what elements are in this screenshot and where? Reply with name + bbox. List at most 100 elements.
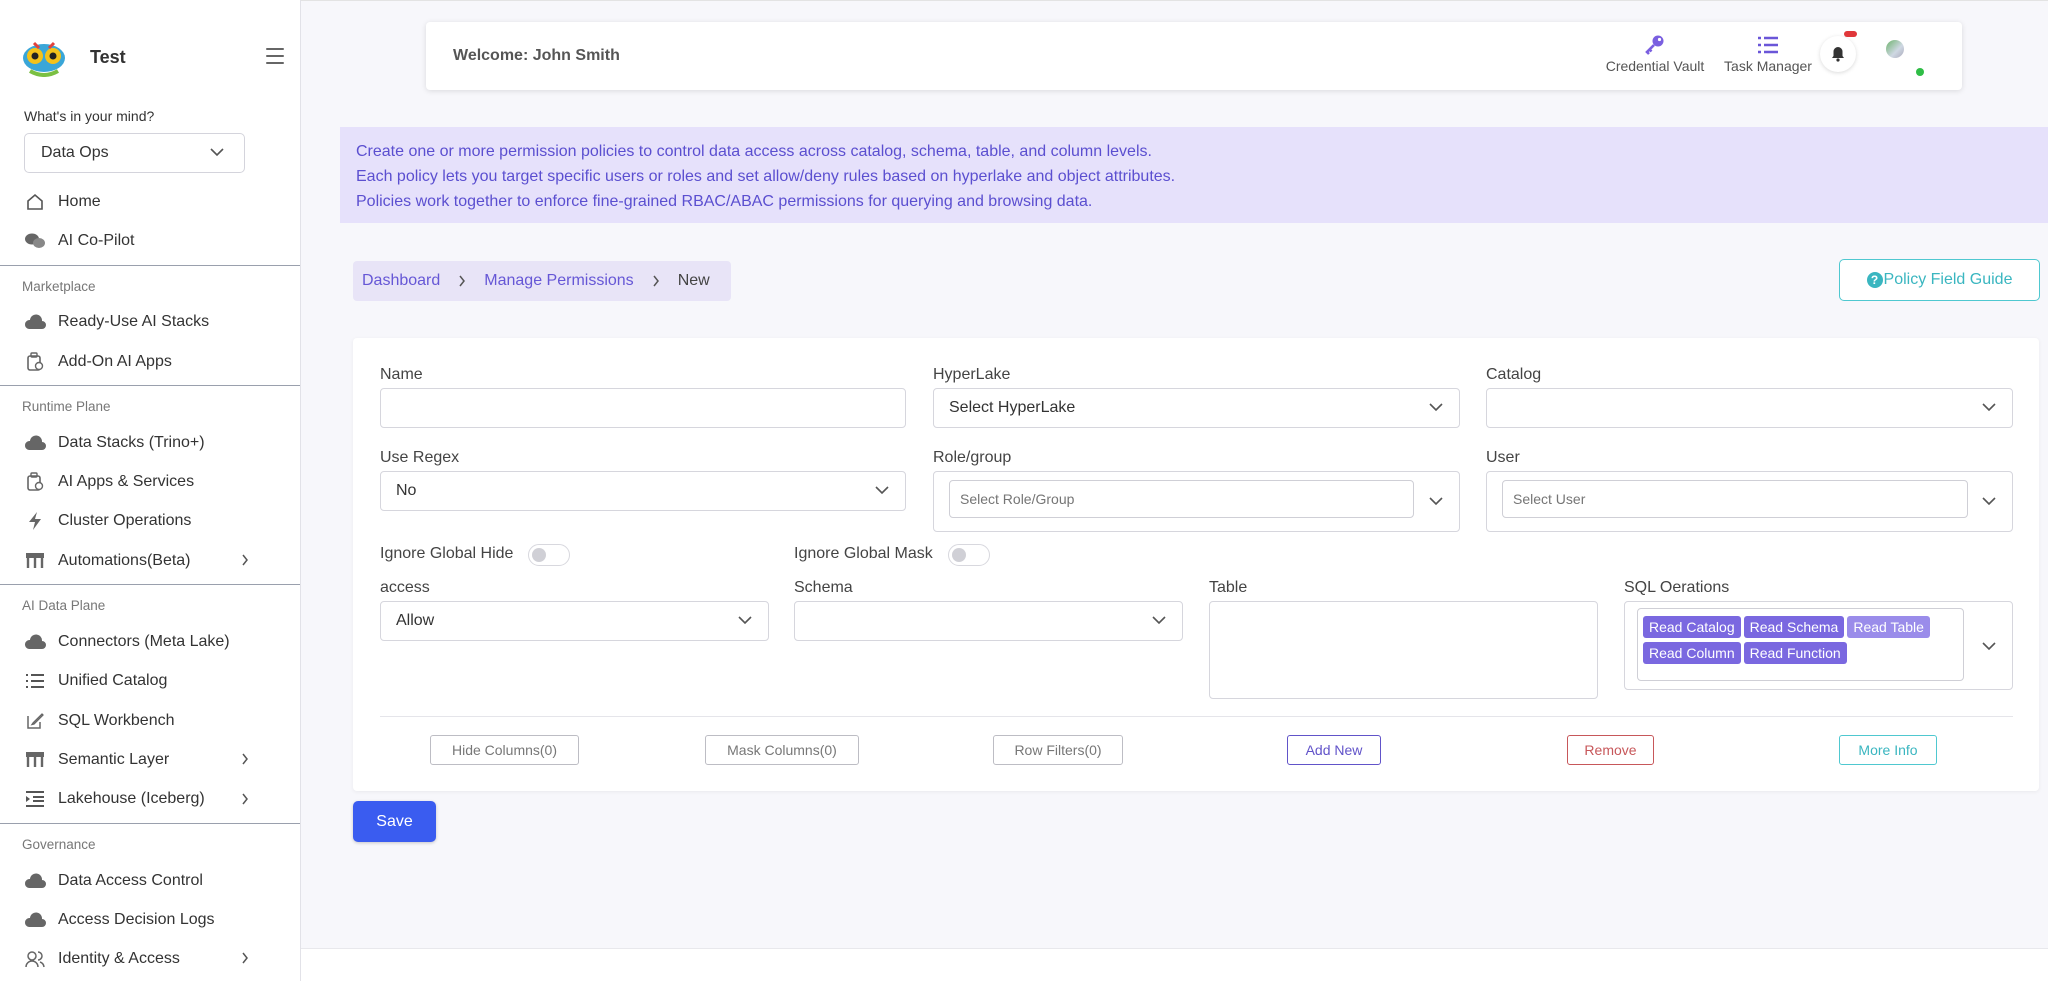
ignore-global-hide-label: Ignore Global Hide [380, 545, 514, 562]
table-input[interactable] [1209, 601, 1598, 699]
sidebar-item-semantic-layer[interactable]: Semantic Layer [0, 740, 300, 779]
breadcrumb-current: New [677, 272, 710, 289]
schema-select[interactable] [794, 601, 1183, 641]
sql-tag-read-column[interactable]: Read Column [1643, 642, 1741, 664]
user-label: User [1486, 449, 1520, 466]
user-input[interactable] [1502, 480, 1968, 518]
cloud-icon [24, 432, 46, 454]
chevron-down-icon[interactable] [1982, 497, 1996, 506]
sql-tag-read-function[interactable]: Read Function [1743, 642, 1847, 664]
sidebar-item-label: Data Access Control [58, 871, 203, 889]
sidebar-item-automations[interactable]: Automations(Beta) [0, 541, 300, 580]
sidebar-item-label: Add-On AI Apps [58, 352, 172, 370]
task-manager-button[interactable]: Task Manager [1720, 32, 1816, 74]
role-group-input[interactable] [949, 480, 1414, 518]
users-icon [24, 948, 46, 970]
cloud-icon [24, 631, 46, 653]
mode-select-value: Data Ops [41, 144, 109, 161]
sidebar-item-ai-apps-services[interactable]: AI Apps & Services [0, 462, 300, 501]
catalog-label: Catalog [1486, 366, 1542, 383]
apps-icon [24, 351, 46, 373]
sidebar-item-home[interactable]: Home [0, 182, 300, 221]
role-group-label: Role/group [933, 449, 1012, 466]
name-input[interactable] [380, 388, 906, 428]
more-info-button[interactable]: More Info [1839, 735, 1937, 765]
sidebar-item-label: Semantic Layer [58, 750, 170, 768]
sidebar-item-ready-use-ai-stacks[interactable]: Ready-Use AI Stacks [0, 303, 300, 342]
sidebar-item-data-stacks[interactable]: Data Stacks (Trino+) [0, 423, 300, 462]
credential-vault-label: Credential Vault [1605, 58, 1705, 74]
notification-badge [1844, 31, 1857, 37]
chevron-right-icon [242, 952, 248, 964]
policy-field-guide-button[interactable]: ? Policy Field Guide [1839, 259, 2040, 301]
section-ai-data-plane: AI Data Plane [0, 584, 300, 622]
task-list-icon [1720, 32, 1816, 58]
breadcrumb-dashboard[interactable]: Dashboard [362, 272, 440, 290]
credential-vault-button[interactable]: Credential Vault [1600, 32, 1710, 74]
sidebar-item-sql-workbench[interactable]: SQL Workbench [0, 701, 300, 740]
sidebar-item-label: Home [58, 192, 101, 210]
chevron-down-icon[interactable] [1982, 642, 1996, 651]
sidebar-item-unified-catalog[interactable]: Unified Catalog [0, 662, 300, 701]
menu-toggle-icon[interactable] [266, 48, 284, 64]
top-border [301, 0, 2048, 4]
ignore-global-mask-toggle[interactable] [948, 544, 990, 566]
task-manager-label: Task Manager [1724, 58, 1812, 74]
avatar[interactable] [1886, 40, 1904, 58]
form-divider [380, 716, 2013, 717]
brand-name: Test [90, 46, 126, 67]
apps-icon [24, 471, 46, 493]
ignore-global-hide-toggle[interactable] [528, 544, 570, 566]
chevron-down-icon [1429, 403, 1443, 412]
hyperlake-select-value: Select HyperLake [949, 399, 1076, 416]
sidebar-item-ai-co-pilot[interactable]: AI Co-Pilot [0, 221, 300, 260]
sidebar-item-access-decision-logs[interactable]: Access Decision Logs [0, 900, 300, 939]
access-select-value: Allow [396, 612, 435, 629]
notifications-button[interactable] [1820, 36, 1856, 72]
bolt-icon [24, 510, 46, 532]
sql-tag-read-table[interactable]: Read Table [1847, 616, 1930, 638]
sidebar-item-label: Lakehouse (Iceberg) [58, 790, 205, 808]
sql-tag-read-catalog[interactable]: Read Catalog [1643, 616, 1741, 638]
remove-button[interactable]: Remove [1567, 735, 1654, 765]
add-new-button[interactable]: Add New [1287, 735, 1381, 765]
chevron-right-icon [242, 554, 248, 566]
hide-columns-button[interactable]: Hide Columns(0) [430, 735, 579, 765]
mask-columns-button[interactable]: Mask Columns(0) [705, 735, 859, 765]
chevron-down-icon[interactable] [1429, 497, 1443, 506]
home-icon [24, 191, 46, 213]
online-status-dot [1916, 68, 1924, 76]
sidebar-item-data-access-control[interactable]: Data Access Control [0, 861, 300, 900]
hyperlake-select[interactable]: Select HyperLake [933, 388, 1460, 428]
mode-select[interactable]: Data Ops [24, 133, 245, 173]
breadcrumb-manage-permissions[interactable]: Manage Permissions [484, 272, 633, 290]
bell-icon [1832, 47, 1844, 62]
cloud-icon [24, 909, 46, 931]
sidebar-item-connectors[interactable]: Connectors (Meta Lake) [0, 622, 300, 661]
sidebar-item-identity-access[interactable]: Identity & Access [0, 939, 300, 978]
sidebar-item-lakehouse[interactable]: Lakehouse (Iceberg) [0, 780, 300, 819]
chevron-right-icon [242, 793, 248, 805]
catalog-select[interactable] [1486, 388, 2013, 428]
use-regex-select[interactable]: No [380, 471, 906, 511]
top-bar: Welcome: John Smith Credential Vault Tas… [426, 22, 1962, 90]
brand-logo [20, 37, 68, 77]
access-select[interactable]: Allow [380, 601, 769, 641]
brand: Test [20, 36, 290, 78]
hierarchy-icon [24, 749, 46, 771]
chevron-down-icon [738, 616, 752, 625]
sidebar: Test What's in your mind? Data Ops Home … [0, 0, 301, 981]
sidebar-item-cluster-operations[interactable]: Cluster Operations [0, 502, 300, 541]
save-button[interactable]: Save [353, 801, 436, 842]
sidebar-item-label: Ready-Use AI Stacks [58, 313, 210, 331]
sql-operations-field: Read Catalog Read Schema Read Table Read Co… [1624, 601, 2013, 690]
info-banner: Create one or more permission policies t… [340, 127, 2048, 223]
sql-tag-read-schema[interactable]: Read Schema [1743, 616, 1845, 638]
sidebar-item-add-on-ai-apps[interactable]: Add-On AI Apps [0, 342, 300, 381]
sql-operations-tags[interactable]: Read Catalog Read Schema Read Table Read Co… [1637, 608, 1964, 681]
policy-form: Name HyperLake Select HyperLake Catalog … [353, 338, 2039, 791]
chevron-down-icon [875, 486, 889, 495]
name-label: Name [380, 366, 423, 383]
row-filters-button[interactable]: Row Filters(0) [993, 735, 1123, 765]
sidebar-item-label: Access Decision Logs [58, 910, 215, 928]
